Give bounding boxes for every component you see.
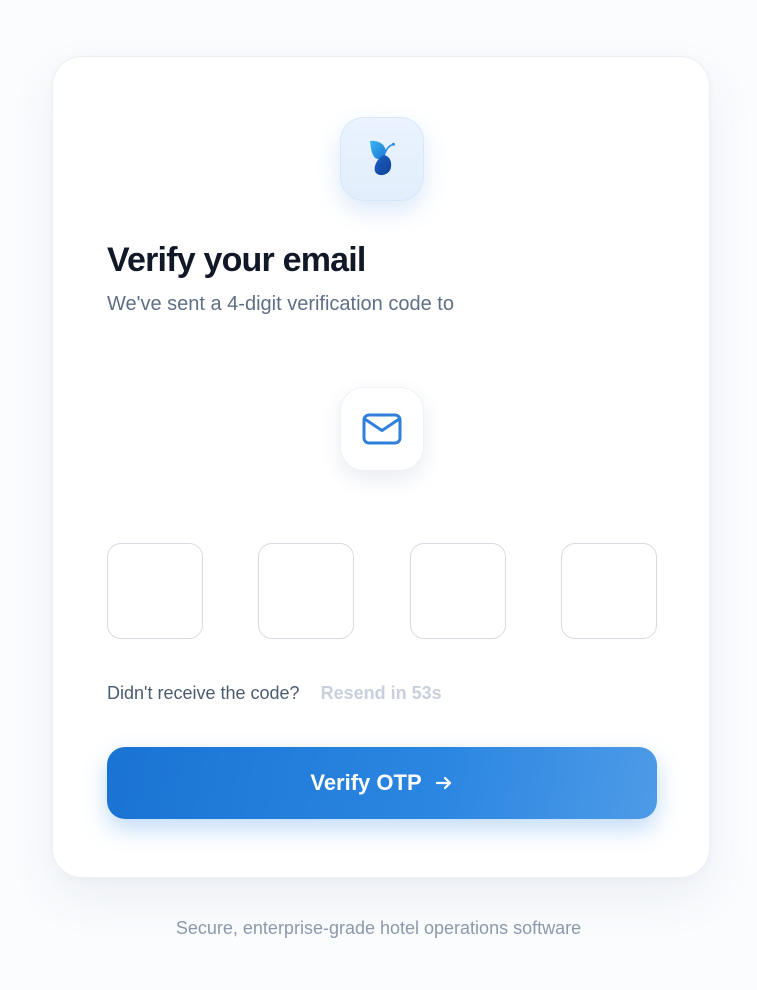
- resend-countdown-link[interactable]: Resend in 53s: [321, 683, 442, 703]
- otp-digit-3[interactable]: [410, 543, 506, 639]
- butterfly-logo-icon: [370, 140, 395, 176]
- brand-logo: [340, 117, 424, 201]
- otp-digit-4[interactable]: [561, 543, 657, 639]
- verify-card: Verify your email We've sent a 4-digit v…: [52, 56, 710, 878]
- arrow-right-icon: [435, 776, 451, 790]
- page-title: Verify your email: [107, 241, 366, 279]
- resend-prompt: Didn't receive the code?: [107, 683, 300, 703]
- verify-otp-label: Verify OTP: [310, 770, 422, 795]
- verify-otp-button[interactable]: Verify OTP: [107, 747, 657, 819]
- otp-digit-1[interactable]: [107, 543, 203, 639]
- page-subtitle: We've sent a 4-digit verification code t…: [107, 293, 454, 315]
- footer-tagline: Secure, enterprise-grade hotel operation…: [175, 918, 582, 938]
- mail-badge: [340, 387, 424, 471]
- otp-digit-2[interactable]: [258, 543, 354, 639]
- envelope-icon: [362, 413, 402, 445]
- resend-row: Didn't receive the code? Resend in 53s: [107, 681, 442, 705]
